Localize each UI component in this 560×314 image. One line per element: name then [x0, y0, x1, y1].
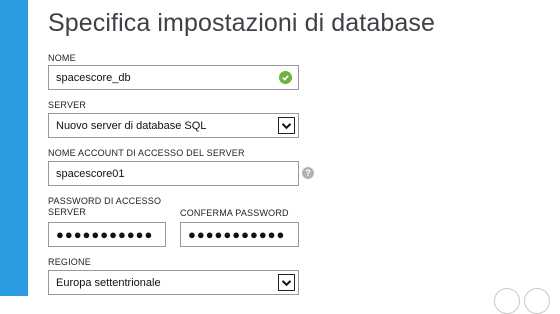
next-circle-button[interactable]: [524, 288, 550, 314]
login-value: spacescore01: [56, 167, 125, 180]
login-input[interactable]: spacescore01: [48, 161, 299, 186]
password-label-line1: PASSWORD DI ACCESSO: [48, 196, 162, 206]
name-value: spacescore_db: [56, 71, 131, 84]
region-selected-value: Europa settentrionale: [56, 276, 161, 289]
chevron-down-icon[interactable]: [278, 274, 295, 291]
region-label: REGIONE: [48, 257, 91, 267]
password-label-line2: SERVER: [48, 207, 87, 217]
confirm-password-label: CONFERMA PASSWORD: [180, 208, 289, 218]
confirm-password-input[interactable]: ●●●●●●●●●●●: [180, 222, 299, 247]
left-accent-bar: [0, 0, 28, 296]
login-label: NOME ACCOUNT DI ACCESSO DEL SERVER: [48, 148, 245, 158]
check-icon: [279, 71, 292, 84]
region-select[interactable]: Europa settentrionale: [48, 270, 299, 295]
question-icon[interactable]: ?: [302, 167, 314, 179]
password-label: PASSWORD DI ACCESSO SERVER: [48, 196, 161, 218]
back-circle-button[interactable]: [494, 288, 520, 314]
password-input[interactable]: ●●●●●●●●●●●: [48, 222, 166, 247]
name-label: NOME: [48, 53, 76, 63]
server-selected-value: Nuovo server di database SQL: [56, 119, 207, 132]
page-title: Specifica impostazioni di database: [48, 9, 435, 37]
password-masked-value: ●●●●●●●●●●●: [56, 228, 154, 241]
confirm-password-masked-value: ●●●●●●●●●●●: [188, 228, 286, 241]
server-label: SERVER: [48, 100, 87, 110]
chevron-down-icon[interactable]: [278, 117, 295, 134]
server-select[interactable]: Nuovo server di database SQL: [48, 113, 299, 138]
name-input[interactable]: spacescore_db: [48, 65, 299, 90]
